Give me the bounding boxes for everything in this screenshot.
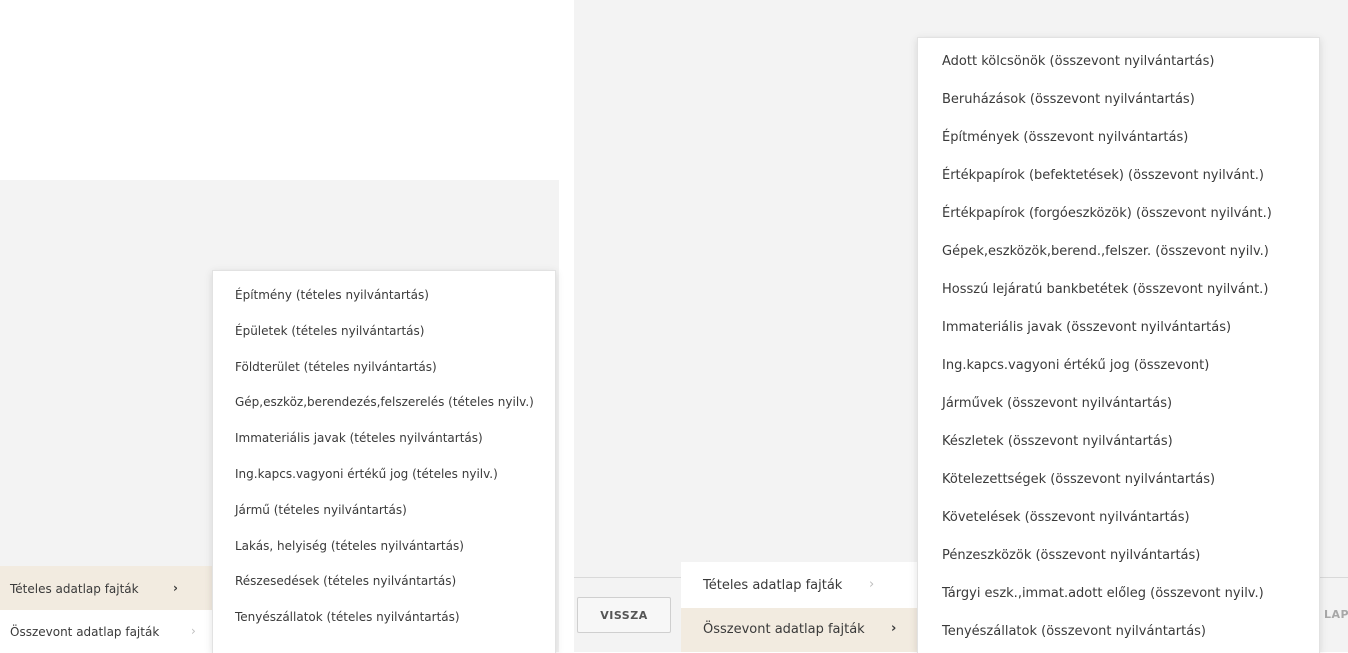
back-button[interactable]: VISSZA — [577, 597, 671, 633]
chevron-right-icon: › — [173, 581, 178, 595]
menu-item-label: Összevont adatlap fajták — [10, 625, 160, 639]
submenu-item[interactable]: Pénzeszközök (összevont nyilvántartás) — [942, 548, 1200, 563]
submenu-item[interactable]: Gép,eszköz,berendezés,felszerelés (tétel… — [235, 395, 534, 409]
submenu-item[interactable]: Adott kölcsönök (összevont nyilvántartás… — [942, 54, 1214, 69]
submenu-item[interactable]: Építmény (tételes nyilvántartás) — [235, 288, 429, 302]
submenu-item[interactable]: Tárgyi eszk.,immat.adott előleg (összevo… — [942, 586, 1264, 601]
submenu-item[interactable]: Részesedések (tételes nyilvántartás) — [235, 574, 456, 588]
submenu-item[interactable]: Tenyészállatok (összevont nyilvántartás) — [942, 624, 1206, 639]
submenu-item[interactable]: Jármű (tételes nyilvántartás) — [235, 503, 407, 517]
menu-item-label: Tételes adatlap fajták — [703, 578, 843, 593]
clipped-button-label[interactable]: LAP — [1324, 608, 1348, 621]
submenu-item[interactable]: Készletek (összevont nyilvántartás) — [942, 434, 1173, 449]
submenu-item[interactable]: Járművek (összevont nyilvántartás) — [942, 396, 1172, 411]
submenu-item[interactable]: Gépek,eszközök,berend.,felszer. (összevo… — [942, 244, 1269, 259]
submenu-item[interactable]: Értékpapírok (forgóeszközök) (összevont … — [942, 206, 1272, 221]
submenu-item[interactable]: Tenyészállatok (tételes nyilvántartás) — [235, 610, 460, 624]
submenu-item[interactable]: Kötelezettségek (összevont nyilvántartás… — [942, 472, 1215, 487]
menu-item-osszevont[interactable]: Összevont adatlap fajták › — [0, 610, 214, 652]
left-submenu-teteles: Építmény (tételes nyilvántartás) Épülete… — [212, 270, 556, 653]
submenu-item[interactable]: Ing.kapcs.vagyoni értékű jog (tételes ny… — [235, 467, 498, 481]
submenu-item[interactable]: Építmények (összevont nyilvántartás) — [942, 130, 1188, 145]
left-category-menu: Tételes adatlap fajták › Összevont adatl… — [0, 566, 214, 652]
right-submenu-osszevont: Adott kölcsönök (összevont nyilvántartás… — [917, 37, 1320, 653]
chevron-right-icon: › — [891, 621, 897, 636]
right-category-menu: Tételes adatlap fajták › Összevont adatl… — [681, 562, 923, 652]
submenu-item[interactable]: Beruházások (összevont nyilvántartás) — [942, 92, 1195, 107]
submenu-item[interactable]: Immateriális javak (tételes nyilvántartá… — [235, 431, 483, 445]
submenu-item[interactable]: Ing.kapcs.vagyoni értékű jog (összevont) — [942, 358, 1209, 373]
menu-item-osszevont[interactable]: Összevont adatlap fajták › — [681, 608, 923, 652]
menu-item-teteles[interactable]: Tételes adatlap fajták › — [681, 562, 923, 608]
chevron-right-icon: › — [191, 624, 196, 638]
submenu-item[interactable]: Immateriális javak (összevont nyilvántar… — [942, 320, 1231, 335]
menu-item-teteles[interactable]: Tételes adatlap fajták › — [0, 566, 214, 610]
submenu-item[interactable]: Követelések (összevont nyilvántartás) — [942, 510, 1190, 525]
submenu-item[interactable]: Földterület (tételes nyilvántartás) — [235, 360, 437, 374]
chevron-right-icon: › — [869, 577, 875, 592]
submenu-item[interactable]: Épületek (tételes nyilvántartás) — [235, 324, 424, 338]
submenu-item[interactable]: Értékpapírok (befektetések) (összevont n… — [942, 168, 1264, 183]
menu-item-label: Összevont adatlap fajták — [703, 622, 865, 637]
submenu-item[interactable]: Lakás, helyiség (tételes nyilvántartás) — [235, 539, 464, 553]
menu-item-label: Tételes adatlap fajták — [10, 582, 139, 596]
submenu-item[interactable]: Hosszú lejáratú bankbetétek (összevont n… — [942, 282, 1268, 297]
